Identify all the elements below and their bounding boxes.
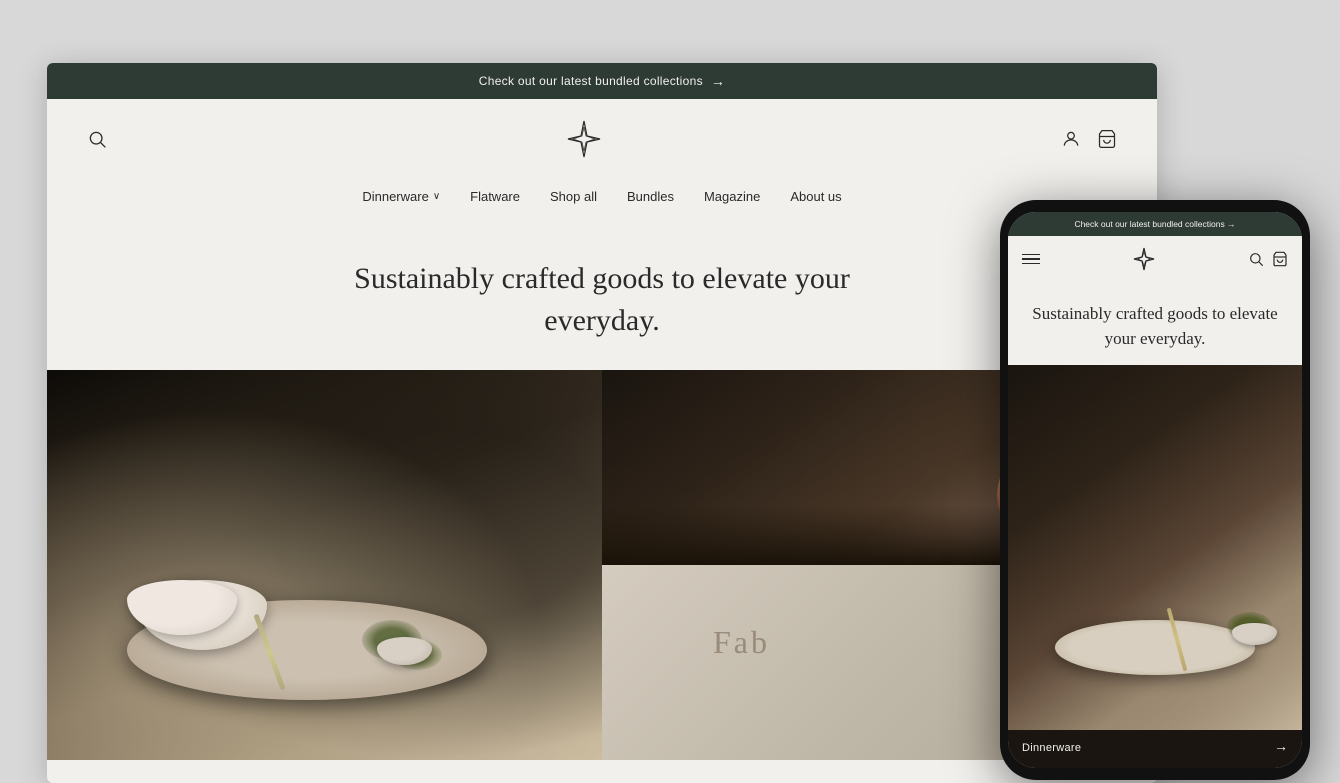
phone-header-icons: [1248, 251, 1288, 267]
nav-item-flatware[interactable]: Flatware: [470, 189, 520, 204]
header-left: [87, 129, 107, 149]
nav-item-bundles[interactable]: Bundles: [627, 189, 674, 204]
phone-hero-section: Sustainably crafted goods to elevate you…: [1008, 282, 1302, 365]
phone-bottom-label: Dinnerware: [1022, 742, 1081, 754]
hero-images: Fab: [47, 370, 1157, 760]
phone-bottom-bar[interactable]: Dinnerware →: [1008, 730, 1302, 768]
phone-header: [1008, 236, 1302, 282]
nav-item-about[interactable]: About us: [790, 189, 841, 204]
phone-screen: Check out our latest bundled collections…: [1008, 212, 1302, 768]
phone-hero-image: [1008, 365, 1302, 730]
desktop-mockup: Check out our latest bundled collections…: [47, 63, 1157, 783]
phone-announcement-bar: Check out our latest bundled collections…: [1008, 212, 1302, 236]
announcement-bar[interactable]: Check out our latest bundled collections…: [47, 63, 1157, 99]
logo[interactable]: [562, 117, 606, 161]
cart-icon[interactable]: [1097, 129, 1117, 149]
header-right: [1061, 129, 1117, 149]
hero-image-left: [47, 370, 602, 760]
search-icon[interactable]: [87, 129, 107, 149]
site-header: [47, 99, 1157, 179]
nav-item-magazine[interactable]: Magazine: [704, 189, 760, 204]
chevron-down-icon: ∨: [433, 191, 440, 202]
phone-announcement-text: Check out our latest bundled collections…: [1074, 219, 1235, 229]
announcement-arrow: →: [711, 73, 725, 89]
phone-hero-headline: Sustainably crafted goods to elevate you…: [1024, 302, 1286, 351]
phone-bottom-arrow-icon: →: [1274, 740, 1288, 756]
nav-item-dinnerware[interactable]: Dinnerware ∨: [362, 189, 440, 204]
hero-headline: Sustainably crafted goods to elevate you…: [342, 258, 862, 342]
hamburger-menu-icon[interactable]: [1022, 254, 1040, 265]
phone-cart-icon[interactable]: [1272, 251, 1288, 267]
announcement-text: Check out our latest bundled collections: [479, 74, 703, 88]
phone-search-icon[interactable]: [1248, 251, 1264, 267]
main-nav: Dinnerware ∨ Flatware Shop all Bundles M…: [47, 179, 1157, 222]
phone-mockup: Check out our latest bundled collections…: [1000, 200, 1310, 780]
logo-star-icon: [562, 117, 606, 161]
nav-item-shop-all[interactable]: Shop all: [550, 189, 597, 204]
user-icon[interactable]: [1061, 129, 1081, 149]
hero-section: Sustainably crafted goods to elevate you…: [47, 222, 1157, 370]
phone-logo-icon[interactable]: [1131, 246, 1157, 272]
